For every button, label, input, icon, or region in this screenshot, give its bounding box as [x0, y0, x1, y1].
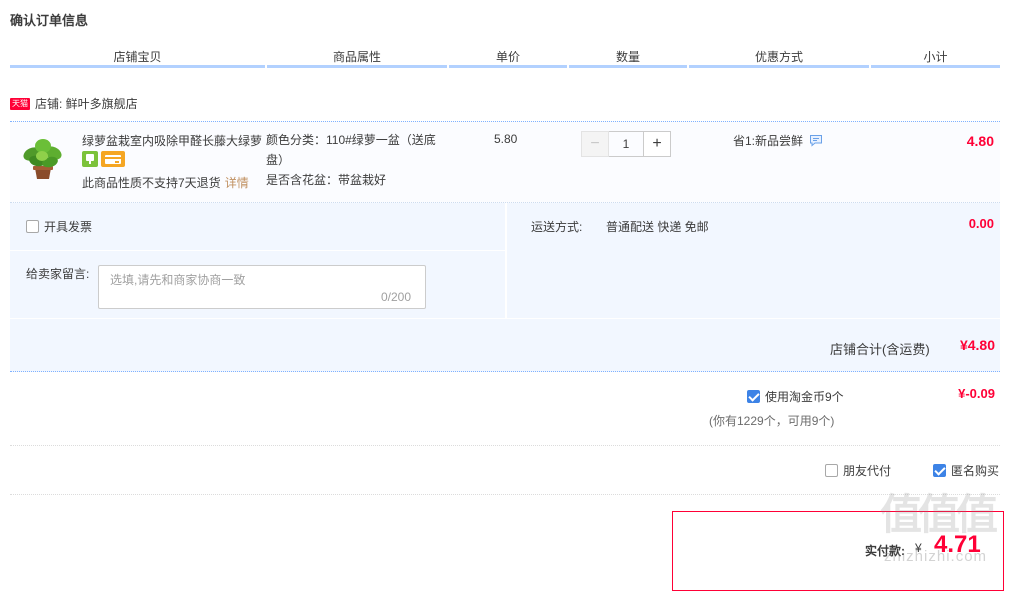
divider: [10, 494, 1000, 496]
return-policy-text: 此商品性质不支持7天退货: [82, 176, 221, 190]
tmall-badge-icon: 天猫: [10, 97, 30, 110]
page-title: 确认订单信息: [10, 13, 89, 28]
return-policy-note: 此商品性质不支持7天退货 详情: [82, 174, 249, 191]
shop-name[interactable]: 店铺: 鲜叶多旗舰店: [35, 95, 138, 112]
product-attribute-color: 颜色分类：110#绿萝一盆（送底: [266, 133, 436, 147]
pothos-plant-icon: [23, 139, 62, 179]
anonymous-label: 匿名购买: [951, 464, 1000, 478]
friend-pay-label: 朋友代付: [843, 464, 892, 478]
message-char-count: 0/200: [381, 290, 412, 304]
column-header-subtotal: 小计: [923, 50, 948, 64]
panel-divider: [10, 250, 505, 251]
credit-card-icon: [105, 155, 121, 164]
column-rule: [569, 65, 687, 68]
service-badge-icon[interactable]: [82, 151, 98, 167]
promotion-label: 省1:新品尝鲜: [733, 134, 804, 148]
invoice-label: 开具发票: [44, 220, 93, 234]
chat-bubble-icon[interactable]: [809, 134, 823, 147]
seller-message-placeholder: 选填,请先和商家协商一致: [110, 273, 246, 287]
product-attribute-color-cont: 盘）: [266, 153, 291, 167]
anonymous-checkbox[interactable]: [933, 464, 946, 477]
item-subtotal: 4.80: [966, 133, 994, 149]
quantity-input[interactable]: 1: [609, 131, 643, 157]
column-rule: [267, 65, 447, 68]
divider: [10, 445, 1000, 447]
shipping-label: 运送方式:: [531, 220, 583, 234]
product-thumbnail[interactable]: [20, 134, 66, 180]
detail-link[interactable]: 详情: [225, 176, 249, 190]
column-header-shop-item: 店铺宝贝: [113, 50, 162, 64]
quantity-decrement-button[interactable]: −: [581, 131, 609, 157]
column-header-attributes: 商品属性: [332, 50, 381, 64]
watermark-logo: 值值值: [880, 491, 998, 538]
column-rule: [10, 65, 265, 68]
coin-discount-value: ¥-0.09: [958, 386, 995, 401]
column-rule: [689, 65, 869, 68]
promotion: 省1:新品尝鲜: [733, 132, 823, 149]
shop-total-value: ¥4.80: [959, 337, 995, 353]
product-title-link[interactable]: 绿萝盆栽室内吸除甲醛长藤大绿萝: [82, 132, 264, 149]
column-header-quantity: 数量: [615, 50, 640, 64]
card-badge-icon[interactable]: [101, 151, 125, 167]
coin-checkbox[interactable]: [747, 390, 760, 403]
shop-row: 天猫 店铺: 鲜叶多旗舰店: [10, 95, 138, 112]
taobao-coin-option[interactable]: 使用淘金币9个: [747, 388, 844, 405]
coin-label: 使用淘金币9个: [765, 390, 844, 404]
invoice-option[interactable]: 开具发票: [26, 218, 92, 235]
leaf-icon: [86, 154, 94, 164]
column-header-discount: 优惠方式: [754, 50, 803, 64]
watermark-url: zhizhizhi.com: [884, 548, 988, 565]
column-rule: [449, 65, 567, 68]
friend-pay-option[interactable]: 朋友代付: [825, 462, 891, 479]
shop-total-label: 店铺合计(含运费): [830, 342, 930, 357]
quantity-stepper: − 1 +: [581, 131, 671, 157]
product-attribute-pot: 是否含花盆：带盆栽好: [266, 173, 387, 187]
shipping-method[interactable]: 普通配送 快递 免邮: [606, 218, 709, 235]
quantity-increment-button[interactable]: +: [643, 131, 671, 157]
shipping-price: 0.00: [968, 216, 994, 231]
invoice-checkbox[interactable]: [26, 220, 39, 233]
coin-balance-note: (你有1229个，可用9个): [709, 414, 835, 428]
unit-price: 5.80: [494, 132, 518, 146]
friend-pay-checkbox[interactable]: [825, 464, 838, 477]
anonymous-purchase-option[interactable]: 匿名购买: [933, 462, 999, 479]
message-label: 给卖家留言:: [26, 267, 90, 281]
column-header-unit-price: 单价: [495, 50, 520, 64]
column-rule: [871, 65, 1000, 68]
